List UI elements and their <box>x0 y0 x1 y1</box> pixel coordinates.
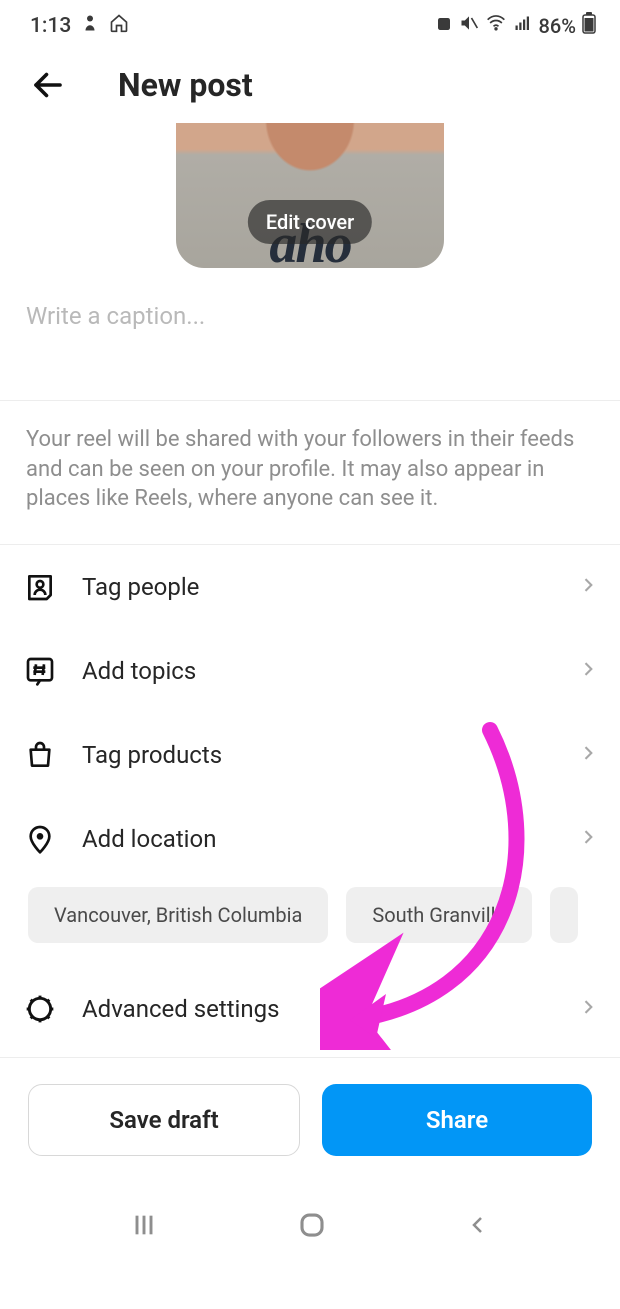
wifi-icon <box>485 13 507 38</box>
back-button[interactable] <box>28 65 68 105</box>
status-bar: 1:13 86% <box>0 0 620 47</box>
advanced-settings-row[interactable]: Advanced settings <box>0 967 620 1051</box>
edit-cover-button[interactable]: Edit cover <box>248 200 372 244</box>
add-location-row[interactable]: Add location <box>0 797 620 881</box>
save-draft-button[interactable]: Save draft <box>28 1084 300 1156</box>
caption-input[interactable]: Write a caption... <box>0 268 620 401</box>
bag-icon <box>22 737 58 773</box>
chevron-right-icon <box>578 659 598 683</box>
hash-icon <box>22 653 58 689</box>
add-topics-row[interactable]: Add topics <box>0 629 620 713</box>
location-chip[interactable]: Vancouver, British Columbia <box>28 887 328 943</box>
reel-info-text: Your reel will be shared with your follo… <box>0 401 620 545</box>
recents-button[interactable] <box>130 1211 158 1243</box>
location-chip-more[interactable] <box>550 887 578 943</box>
header: New post <box>0 47 620 123</box>
add-location-label: Add location <box>82 825 578 853</box>
add-topics-label: Add topics <box>82 657 578 685</box>
tag-people-label: Tag people <box>82 573 578 601</box>
cover-preview[interactable]: aho Edit cover <box>176 123 444 268</box>
signal-icon <box>513 14 533 38</box>
android-navbar <box>0 1182 620 1266</box>
person-tag-icon <box>22 569 58 605</box>
advanced-settings-label: Advanced settings <box>82 995 578 1023</box>
back-nav-button[interactable] <box>466 1213 490 1241</box>
status-time: 1:13 <box>30 14 71 38</box>
footer-buttons: Save draft Share <box>0 1058 620 1182</box>
location-icon <box>22 821 58 857</box>
chevron-right-icon <box>578 827 598 851</box>
chevron-right-icon <box>578 743 598 767</box>
app-icon <box>81 14 99 38</box>
location-suggestions: Vancouver, British Columbia South Granvi… <box>0 881 620 967</box>
tag-products-row[interactable]: Tag products <box>0 713 620 797</box>
chevron-right-icon <box>578 997 598 1021</box>
tag-people-row[interactable]: Tag people <box>0 545 620 629</box>
battery-percent: 86% <box>539 14 576 38</box>
page-title: New post <box>118 66 253 104</box>
battery-icon <box>582 12 596 39</box>
mute-icon <box>459 13 479 38</box>
recycle-icon <box>435 14 453 38</box>
home-button[interactable] <box>297 1210 327 1244</box>
chevron-right-icon <box>578 575 598 599</box>
gear-icon <box>22 991 58 1027</box>
location-chip[interactable]: South Granville <box>346 887 532 943</box>
home-icon <box>109 13 129 39</box>
share-button[interactable]: Share <box>322 1084 592 1156</box>
tag-products-label: Tag products <box>82 741 578 769</box>
